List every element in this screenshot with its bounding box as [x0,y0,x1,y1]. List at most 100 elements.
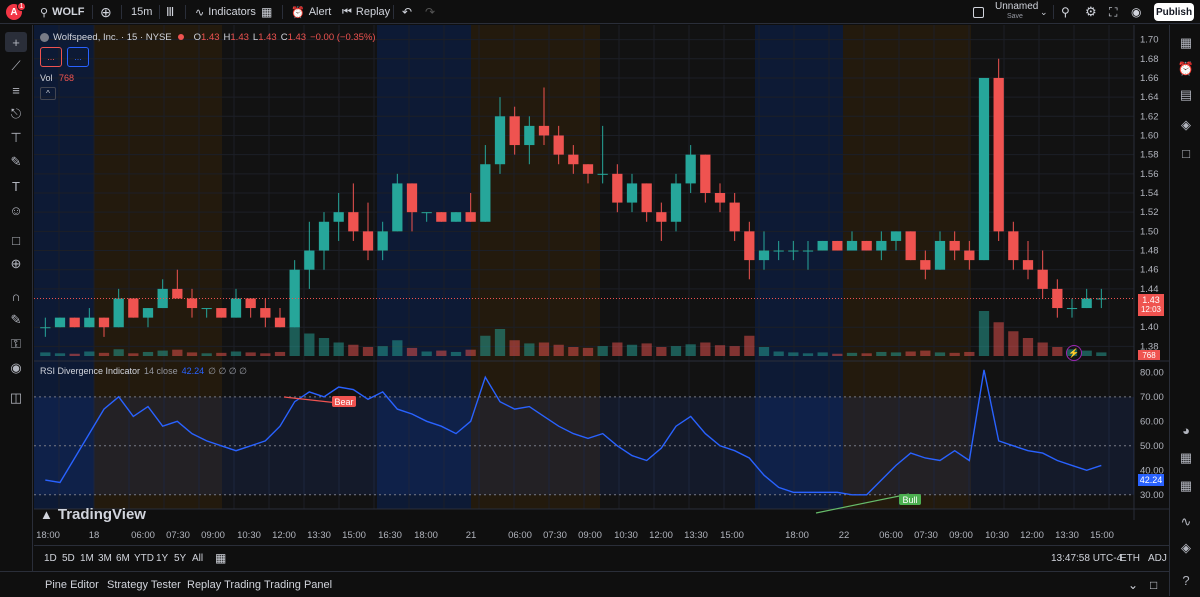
last-price: 1.43 [1142,295,1160,305]
lightning-icon[interactable]: ⚡ [1066,345,1082,361]
emoji-icon[interactable]: ☺ [5,200,27,220]
signal-icon[interactable]: ∿ [1175,512,1197,532]
chat-icon[interactable]: □ [1175,143,1197,163]
eth-toggle[interactable]: ETH [1120,546,1140,570]
buy-button[interactable]: ... [67,47,89,67]
help-icon[interactable]: ? [1175,570,1197,590]
crosshair-icon[interactable]: + [5,32,27,52]
user-avatar[interactable]: A 1 [6,0,26,24]
candle-body [846,240,858,251]
volume-bar [406,347,418,356]
range-all[interactable]: All [192,546,203,570]
rsi-tick: 70.00 [1140,392,1164,403]
rsi-extra: ∅ ∅ ∅ ∅ [208,366,247,376]
clock-label[interactable]: 13:47:58 UTC-4 [1051,546,1122,570]
layout-checkbox-icon[interactable] [973,0,984,24]
undo-icon[interactable]: ↶ [402,0,412,24]
replay-button[interactable]: ⏮ Replay [342,0,390,24]
text-icon[interactable]: T [5,176,27,196]
time-tick: 18:00 [785,530,809,541]
adj-toggle[interactable]: ADJ [1148,546,1167,570]
range-6m[interactable]: 6M [116,546,130,570]
brush-icon[interactable]: ✎ [5,152,27,172]
layers-icon[interactable]: ◈ [1175,115,1197,135]
tab-trading-panel[interactable]: Trading Panel [264,572,332,597]
range-ytd[interactable]: YTD [134,546,154,570]
tradingview-icon: ▲ [40,507,53,522]
zoom-in-icon[interactable]: ⊕ [5,254,27,274]
quick-search-icon[interactable]: ⚲ [1061,0,1070,24]
lock-drawing-icon[interactable]: ✎ [5,310,27,330]
fib-icon[interactable]: ≡ [5,80,27,100]
publish-button[interactable]: Publish [1154,0,1194,24]
symbol-search[interactable]: ⚲ WOLF [40,0,84,24]
candle-body [333,212,344,222]
notifications-icon[interactable]: ◈ [1175,538,1197,558]
magnet-icon[interactable]: ∩ [5,286,27,306]
time-tick: 06:00 [131,530,155,541]
candles-icon[interactable]: Ⅲ [166,0,174,24]
alerts-icon[interactable]: ⏰ [1175,59,1197,79]
chevron-down-icon[interactable]: ⌄ [1040,0,1048,24]
lock-icon[interactable]: ⚿ [5,334,27,354]
volume-bar [524,343,535,356]
templates-icon[interactable]: ▦ [261,0,272,24]
candle-body [568,154,579,165]
pattern-icon[interactable]: ⎋ [5,104,27,124]
maximize-panel-icon[interactable]: □ [1150,572,1157,597]
rsi-legend: RSI Divergence Indicator 14 close 42.24 … [40,366,247,377]
alert-button[interactable]: ⏰ Alert [291,0,331,24]
chart-area[interactable]: 1.70 1.68 1.66 1.64 1.62 1.60 1.58 1.56 1.54 1.52… [34,25,1169,545]
volume-bar [553,344,564,356]
projection-icon[interactable]: ⊤ [5,128,27,148]
candle-body [1066,308,1078,310]
range-1m[interactable]: 1M [80,546,94,570]
volume-bar [128,353,139,356]
time-tick: 15:00 [1090,530,1114,541]
range-3m[interactable]: 3M [98,546,112,570]
trendline-icon[interactable]: ⟋ [5,56,27,76]
redo-icon[interactable]: ↷ [425,0,435,24]
volume-bar [890,352,902,356]
calendar-icon[interactable]: ▦ [1175,448,1197,468]
range-5y[interactable]: 5Y [174,546,186,570]
goto-date-icon[interactable]: ▦ [215,546,226,570]
range-1d[interactable]: 1D [44,546,57,570]
close-value: 1.43 [287,31,307,43]
time-tick: 10:30 [985,530,1009,541]
sell-button[interactable]: ... [40,47,62,67]
range-1y[interactable]: 1Y [156,546,168,570]
range-5d[interactable]: 5D [62,546,75,570]
tab-replay-trading[interactable]: Replay Trading [187,572,261,597]
volume-bar [582,347,594,356]
trash-icon[interactable]: ◫ [5,388,27,408]
gear-icon[interactable]: ⚙ [1085,0,1097,24]
tab-strategy-tester[interactable]: Strategy Tester [107,572,181,597]
volume-bar [1022,338,1034,356]
time-tick: 07:30 [543,530,567,541]
collapse-panel-icon[interactable]: ⌄ [1128,572,1138,597]
rsi-tick: 50.00 [1140,441,1164,452]
time-tick: 13:30 [1055,530,1079,541]
candle-body [480,164,491,222]
price-tick: 1.64 [1140,92,1159,103]
eye-icon[interactable]: ◉ [5,358,27,378]
price-tick: 1.60 [1140,130,1159,141]
camera-icon[interactable]: ◉ [1131,0,1141,24]
data-window-icon[interactable]: ▤ [1175,85,1197,105]
fullscreen-icon[interactable]: ⛶ [1109,0,1117,24]
candle-body [773,250,784,252]
collapse-button[interactable]: ^ [40,87,56,100]
ruler-icon[interactable]: □ [5,230,27,250]
volume-bar [729,346,740,356]
layout-name-button[interactable]: Unnamed Save [995,0,1038,24]
indicators-button[interactable]: ∿ Indicators [195,0,256,24]
tab-pine-editor[interactable]: Pine Editor [45,572,99,597]
interval-button[interactable]: 15m [131,0,152,24]
grid-apps-icon[interactable]: ▦ [1175,476,1197,496]
drawing-toolbar: + ⟋ ≡ ⎋ ⊤ ✎ T ☺ □ ⊕ ∩ ✎ ⚿ ◉ ◫ [0,25,33,571]
gauge-icon[interactable]: ◕ [1175,420,1197,440]
watchlist-icon[interactable]: ▦ [1175,33,1197,53]
volume-bar [304,333,315,356]
add-symbol-icon[interactable]: ⊕ [100,0,112,24]
